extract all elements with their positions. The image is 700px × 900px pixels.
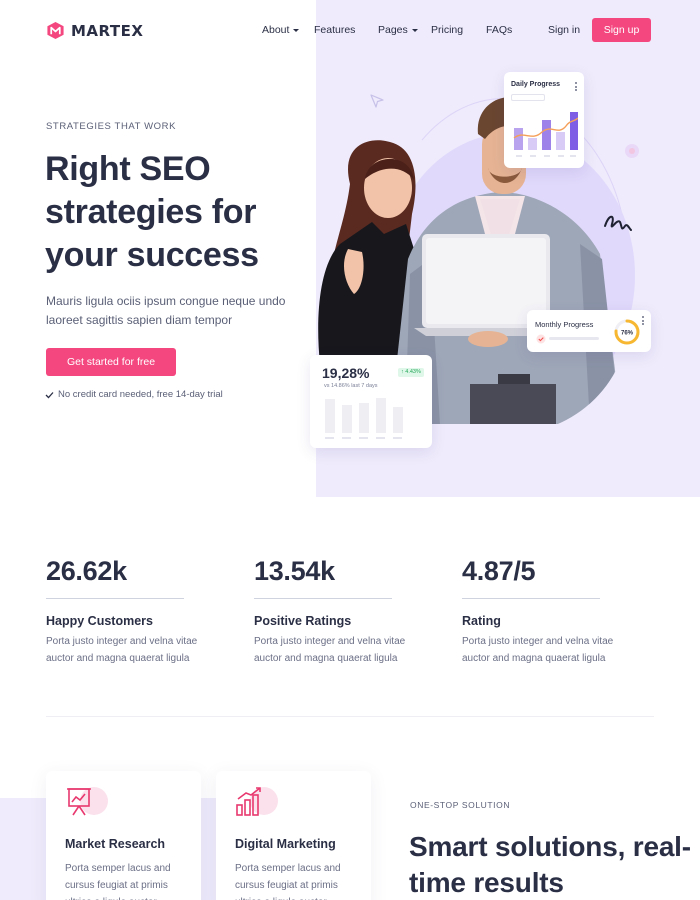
- stat-description: Porta justo integer and velna vitae auct…: [462, 636, 614, 664]
- chevron-down-icon: [293, 28, 300, 32]
- progress-track: [549, 337, 599, 340]
- gauge-percent: 76%: [621, 331, 634, 337]
- growth-stat-card: 19,28% vs 14.86% last 7 days ↑ 4.43%: [310, 355, 432, 448]
- logo-mark-icon: [47, 21, 64, 40]
- monthly-progress-card: Monthly Progress 76%: [527, 310, 651, 352]
- stat-value: 26.62k: [46, 556, 127, 586]
- nav-item-label: Features: [314, 24, 356, 36]
- stat-value: 13.54k: [254, 556, 335, 586]
- hero-description: Mauris ligula ociis ipsum congue neque u…: [46, 294, 286, 327]
- stat-description: Porta justo integer and velna vitae auct…: [46, 636, 198, 664]
- service-description: Porta semper lacus and cursus feugiat at…: [65, 863, 171, 900]
- stat-description: Porta justo integer and velna vitae auct…: [254, 636, 406, 664]
- logo-text: MARTEX: [71, 21, 144, 40]
- nav-item-label: Pages: [378, 24, 408, 36]
- service-icon-wrap: [64, 785, 110, 825]
- service-description: Porta semper lacus and cursus feugiat at…: [235, 863, 341, 900]
- presentation-chart-icon: [67, 788, 91, 816]
- stat-value: 4.87/5: [462, 556, 536, 586]
- check-circle-icon: [536, 334, 546, 344]
- nav-item-features[interactable]: Features: [314, 24, 355, 36]
- growth-badge: ↑ 4.43%: [398, 368, 424, 377]
- stat-divider: [462, 598, 600, 599]
- trial-note: No credit card needed, free 14-day trial: [45, 389, 223, 400]
- daily-progress-chart: [513, 112, 578, 157]
- section-divider: [46, 716, 654, 717]
- kebab-menu-icon[interactable]: [642, 316, 644, 327]
- growth-comparison: vs 14.86% last 7 days: [324, 383, 378, 389]
- growth-chart-icon: [236, 787, 261, 816]
- kebab-menu-icon[interactable]: [575, 82, 577, 93]
- growth-bar-chart: [325, 398, 403, 439]
- service-card-market-research[interactable]: Market Research Porta semper lacus and c…: [46, 771, 201, 900]
- stat-label: Rating: [462, 614, 501, 628]
- monthly-progress-gauge: 76%: [614, 319, 640, 345]
- stat-positive-ratings: 13.54k Positive Ratings Porta justo inte…: [254, 556, 434, 667]
- get-started-button[interactable]: Get started for free: [46, 348, 176, 376]
- stat-label: Happy Customers: [46, 614, 153, 628]
- nav-item-label: FAQs: [486, 24, 513, 36]
- check-icon: [45, 391, 54, 398]
- stat-divider: [46, 598, 184, 599]
- daily-progress-title: Daily Progress: [511, 81, 561, 88]
- nav-item-about[interactable]: About: [262, 24, 300, 36]
- nav-item-pricing[interactable]: Pricing: [431, 24, 463, 36]
- stat-divider: [254, 598, 392, 599]
- service-icon-wrap: [234, 785, 280, 825]
- nav-item-label: Pricing: [431, 24, 464, 36]
- trial-note-text: No credit card needed, free 14-day trial: [58, 389, 223, 400]
- daily-progress-card: Daily Progress: [504, 72, 584, 168]
- stat-happy-customers: 26.62k Happy Customers Porta justo integ…: [46, 556, 226, 667]
- navbar: MARTEX About Features Pages Pricing FAQs…: [0, 0, 700, 62]
- service-card-digital-marketing[interactable]: Digital Marketing Porta semper lacus and…: [216, 771, 371, 900]
- solutions-eyebrow: ONE-STOP SOLUTION: [410, 800, 511, 810]
- stat-rating: 4.87/5 Rating Porta justo integer and ve…: [462, 556, 642, 667]
- stat-label: Positive Ratings: [254, 614, 352, 628]
- nav-item-label: About: [262, 24, 290, 36]
- growth-value: 19,28%: [322, 365, 370, 381]
- period-select[interactable]: [511, 94, 545, 101]
- service-title: Market Research: [65, 837, 166, 851]
- signup-button[interactable]: Sign up: [592, 18, 651, 42]
- hero-title: Right SEO strategies for your success: [45, 150, 259, 274]
- nav-item-faqs[interactable]: FAQs: [486, 24, 512, 36]
- chevron-down-icon: [411, 28, 418, 32]
- signin-link[interactable]: Sign in: [548, 24, 580, 36]
- solutions-title: Smart solutions, real-time results: [409, 831, 691, 898]
- nav-item-pages[interactable]: Pages: [378, 24, 418, 36]
- service-title: Digital Marketing: [235, 837, 336, 851]
- monthly-progress-title: Monthly Progress: [535, 320, 594, 329]
- logo[interactable]: MARTEX: [46, 21, 143, 40]
- hero-eyebrow: STRATEGIES THAT WORK: [46, 121, 177, 132]
